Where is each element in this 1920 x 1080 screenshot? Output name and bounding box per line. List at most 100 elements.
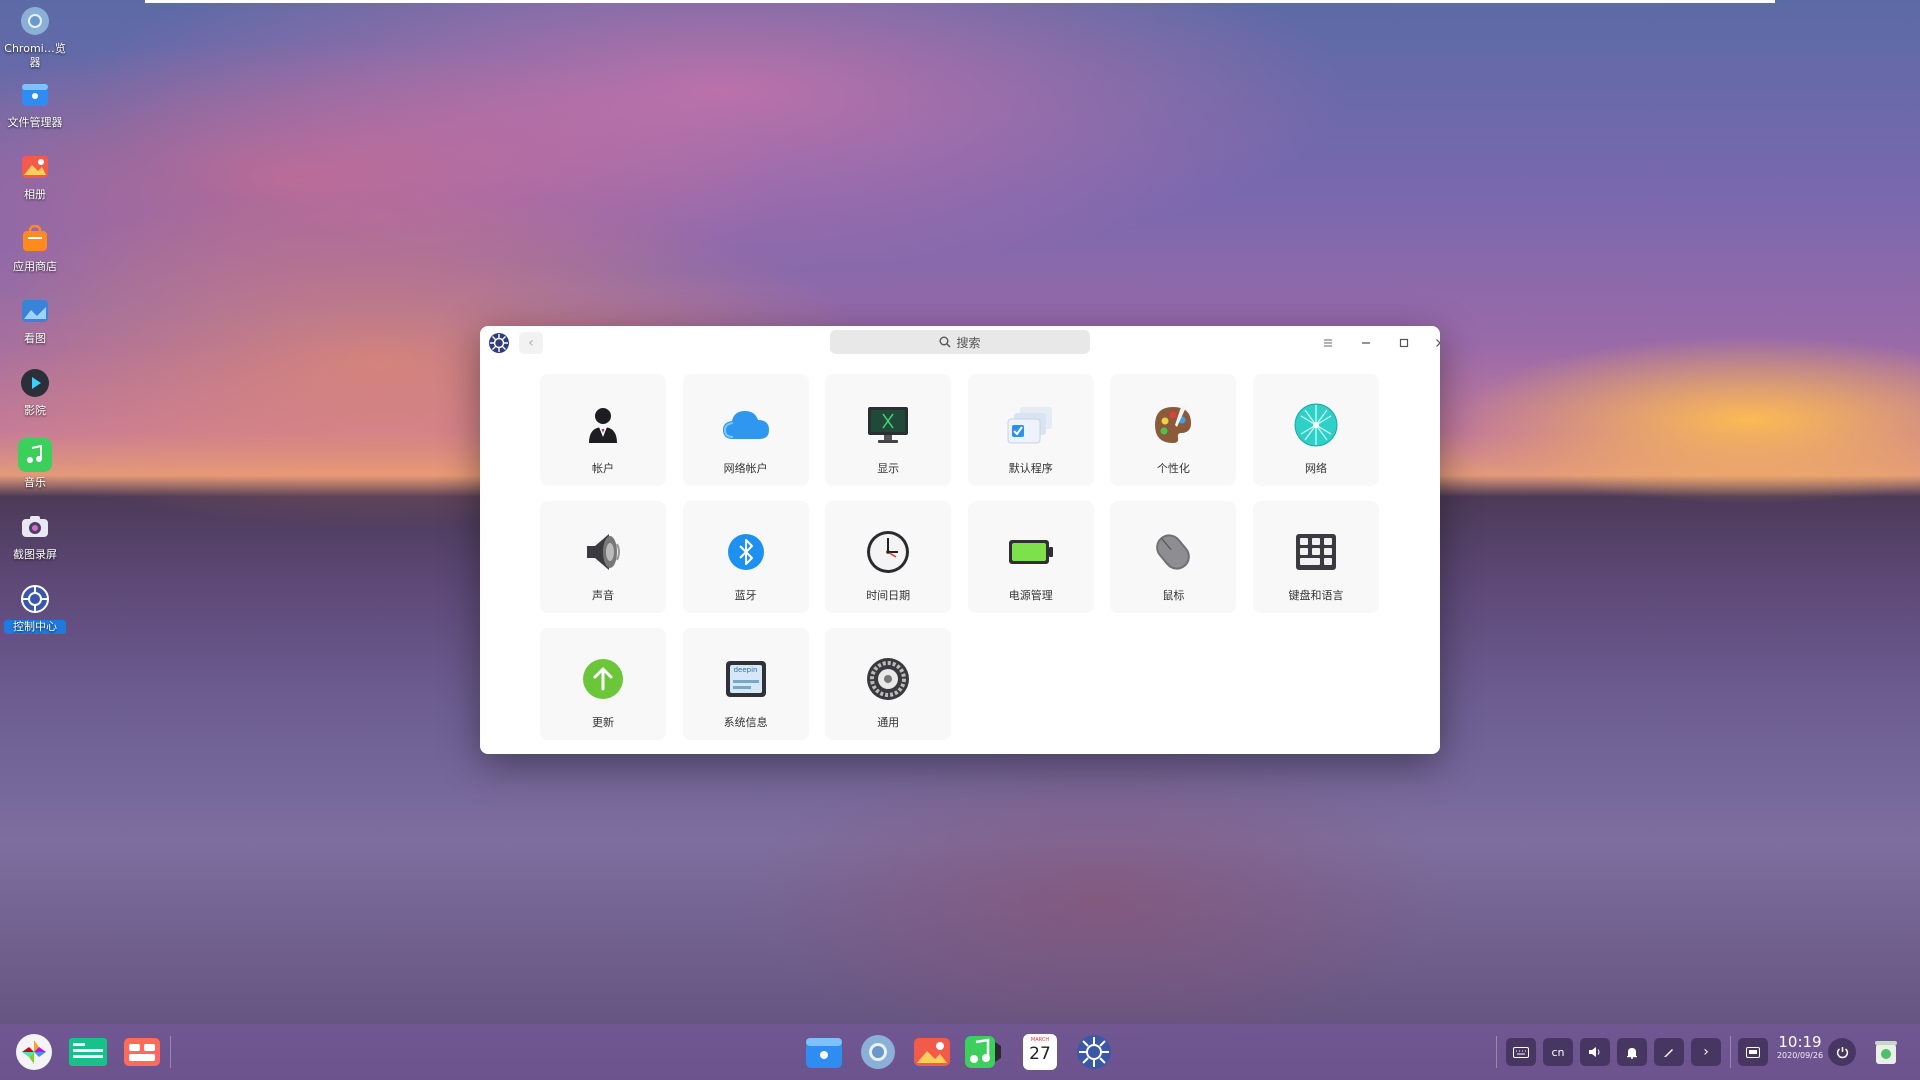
desktop-icon-screenshot[interactable]: 截图录屏 [4, 510, 66, 562]
dock-calendar[interactable]: MARCH 27 [1020, 1032, 1060, 1072]
desktop-icon-movie[interactable]: 影院 [4, 366, 66, 418]
module-update[interactable]: 更新 [540, 628, 666, 740]
clock[interactable]: 10:19 2020/09/26 [1770, 1034, 1830, 1061]
menu-icon [1324, 339, 1332, 347]
module-mouse[interactable]: 鼠标 [1110, 501, 1237, 613]
dock-divider [1730, 1036, 1731, 1068]
back-button[interactable]: ‹ [519, 332, 543, 354]
trash-button[interactable] [1866, 1032, 1906, 1072]
menu-button[interactable] [1316, 332, 1340, 354]
module-label: 默认程序 [1008, 462, 1053, 475]
mouse-icon [1148, 527, 1198, 577]
screenshot-icon [18, 510, 52, 544]
dock-file-manager[interactable] [804, 1032, 844, 1072]
desktop-icon-album[interactable]: 相册 [4, 150, 66, 202]
window-icon [1746, 1046, 1760, 1058]
module-label: 个性化 [1156, 462, 1190, 475]
account-icon [578, 400, 628, 450]
desktop-icon-label: 相册 [24, 188, 46, 201]
desktop-icon-music[interactable]: 音乐 [4, 438, 66, 490]
multitask-view-button[interactable] [68, 1032, 108, 1072]
cloud-icon [721, 400, 771, 450]
chromium-icon [18, 4, 52, 38]
desktop-icon-label: 截图录屏 [13, 548, 57, 561]
volume-button[interactable] [1580, 1038, 1610, 1066]
module-label: 帐户 [592, 462, 614, 475]
image-viewer-icon [18, 294, 52, 328]
desktop-icon-app-store[interactable]: 应用商店 [4, 222, 66, 274]
system-info-icon: deepin [721, 654, 771, 704]
module-default-apps[interactable]: 默认程序 [967, 374, 1094, 486]
dock-album[interactable] [912, 1032, 952, 1072]
module-personalization[interactable]: 个性化 [1110, 374, 1237, 486]
module-grid: 帐户 网络帐户 显示 默认程序 个性化 网络 声音 蓝牙 时间日期 电源管理 鼠… [540, 374, 1379, 740]
power-icon [1836, 1046, 1848, 1058]
search-input[interactable]: 搜索 [830, 330, 1090, 354]
default-apps-icon [1006, 400, 1056, 450]
pen-tool-button[interactable] [1654, 1038, 1684, 1066]
module-system-info[interactable]: deepin 系统信息 [682, 628, 809, 740]
album-icon [18, 150, 52, 184]
power-button[interactable] [1828, 1038, 1856, 1066]
album-icon [914, 1038, 950, 1066]
module-account[interactable]: 帐户 [540, 374, 666, 486]
input-method-label: cn [1551, 1045, 1565, 1059]
module-label: 网络帐户 [723, 462, 768, 475]
desktop-icon-file-manager[interactable]: 文件管理器 [4, 78, 66, 130]
multitask-icon [69, 1038, 107, 1066]
minimize-icon [1362, 342, 1370, 344]
search-placeholder: 搜索 [956, 335, 981, 350]
desktop-icon-chromium[interactable]: Chromi…览器 [4, 4, 66, 70]
close-icon [1436, 339, 1440, 347]
maximize-button[interactable] [1392, 332, 1416, 354]
trash-icon [1875, 1041, 1897, 1064]
module-power[interactable]: 电源管理 [967, 501, 1094, 613]
update-icon [578, 654, 628, 704]
battery-icon [1006, 527, 1056, 577]
dock-control-center[interactable] [1074, 1032, 1114, 1072]
module-bluetooth[interactable]: 蓝牙 [682, 501, 809, 613]
workspace-icon [124, 1038, 160, 1066]
bluetooth-icon [721, 527, 771, 577]
tray-expand-button[interactable]: › [1691, 1038, 1721, 1066]
control-center-app-icon [488, 332, 510, 354]
bell-icon [1627, 1047, 1637, 1059]
notification-button[interactable] [1617, 1038, 1647, 1066]
module-sound[interactable]: 声音 [540, 501, 666, 613]
module-display[interactable]: 显示 [825, 374, 952, 486]
show-desktop-button[interactable] [122, 1032, 162, 1072]
keyboard-icon [1291, 527, 1341, 577]
volume-icon [1589, 1047, 1600, 1057]
dock: MARCH 27 cn › 10:19 2020/09/26 [0, 1024, 1920, 1080]
dock-chromium[interactable] [858, 1032, 898, 1072]
sound-icon [578, 527, 628, 577]
movie-icon [18, 366, 52, 400]
module-network[interactable]: 网络 [1252, 374, 1379, 486]
module-label: 更新 [592, 716, 614, 729]
sidebar-button[interactable] [1738, 1038, 1768, 1066]
desktop-icon-control-center[interactable]: 控制中心 [4, 582, 66, 634]
module-label: 蓝牙 [734, 589, 757, 602]
pen-icon [1664, 1049, 1673, 1057]
desktop-icon-label: 看图 [24, 332, 46, 345]
app-store-icon [18, 222, 52, 256]
chevron-right-icon: › [1703, 1044, 1709, 1060]
desktop-icon-image-viewer[interactable]: 看图 [4, 294, 66, 346]
desktop-icon-label: 文件管理器 [7, 116, 63, 129]
module-date-time[interactable]: 时间日期 [825, 501, 952, 613]
file-manager-icon [18, 78, 52, 112]
display-icon [863, 400, 913, 450]
onscreen-keyboard-button[interactable] [1506, 1038, 1536, 1066]
module-general[interactable]: 通用 [825, 628, 952, 740]
module-cloud-account[interactable]: 网络帐户 [682, 374, 809, 486]
input-method-button[interactable]: cn [1543, 1038, 1573, 1066]
desktop-icon-label: 控制中心 [4, 620, 66, 634]
network-icon [1291, 400, 1341, 450]
module-keyboard-language[interactable]: 键盘和语言 [1252, 501, 1379, 613]
control-center-icon [1077, 1035, 1111, 1069]
close-button[interactable] [1428, 332, 1440, 354]
minimize-button[interactable] [1354, 332, 1378, 354]
launcher-button[interactable] [14, 1032, 54, 1072]
dock-music[interactable] [963, 1032, 1003, 1072]
chromium-icon [861, 1035, 895, 1069]
